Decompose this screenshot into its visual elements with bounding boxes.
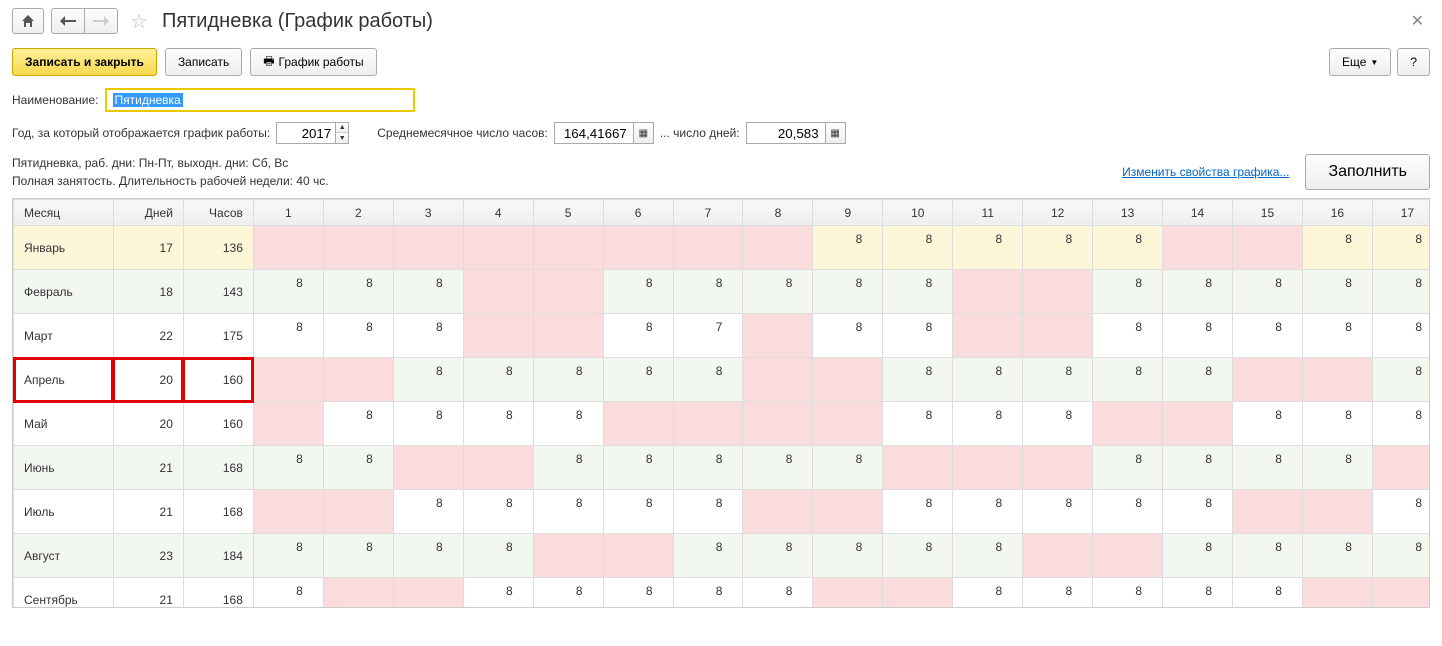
col-hours[interactable]: Часов <box>183 200 253 226</box>
col-day-8[interactable]: 8 <box>743 200 813 226</box>
chevron-down-icon: ▼ <box>1370 58 1378 67</box>
col-day-1[interactable]: 1 <box>253 200 323 226</box>
table-row[interactable]: Апрель2016088888888888 <box>14 358 1431 402</box>
col-day-15[interactable]: 15 <box>1233 200 1303 226</box>
col-day-6[interactable]: 6 <box>603 200 673 226</box>
fill-button[interactable]: Заполнить <box>1305 154 1430 190</box>
col-day-17[interactable]: 17 <box>1372 200 1430 226</box>
edit-properties-link[interactable]: Изменить свойства графика... <box>1122 165 1289 179</box>
print-icon: 🖶 <box>263 52 274 73</box>
col-day-4[interactable]: 4 <box>463 200 533 226</box>
col-day-16[interactable]: 16 <box>1302 200 1372 226</box>
col-day-7[interactable]: 7 <box>673 200 743 226</box>
table-row[interactable]: Август231848888888888888 <box>14 534 1431 578</box>
col-day-2[interactable]: 2 <box>323 200 393 226</box>
favorite-icon[interactable]: ☆ <box>130 9 148 34</box>
page-title: Пятидневка (График работы) <box>162 10 433 33</box>
home-button[interactable] <box>12 8 44 34</box>
avg-hours-label: Среднемесячное число часов: <box>377 126 548 140</box>
year-input[interactable] <box>276 122 336 144</box>
table-row[interactable]: Май201608888888888 <box>14 402 1431 446</box>
table-row[interactable]: Февраль181438888888888888 <box>14 270 1431 314</box>
col-day-14[interactable]: 14 <box>1163 200 1233 226</box>
schedule-table: МесяцДнейЧасов1234567891011121314151617 … <box>13 199 1430 608</box>
col-month[interactable]: Месяц <box>14 200 114 226</box>
help-button[interactable]: ? <box>1397 48 1430 76</box>
col-day-11[interactable]: 11 <box>953 200 1023 226</box>
back-button[interactable] <box>51 8 85 34</box>
col-day-10[interactable]: 10 <box>883 200 953 226</box>
forward-button[interactable] <box>84 8 118 34</box>
schedule-table-wrap[interactable]: МесяцДнейЧасов1234567891011121314151617 … <box>12 198 1430 608</box>
col-days[interactable]: Дней <box>113 200 183 226</box>
schedule-button[interactable]: 🖶 График работы <box>250 48 376 76</box>
schedule-info: Пятидневка, раб. дни: Пн-Пт, выходн. дни… <box>12 154 329 190</box>
col-day-12[interactable]: 12 <box>1023 200 1093 226</box>
col-day-3[interactable]: 3 <box>393 200 463 226</box>
table-row[interactable]: Январь171368888888 <box>14 226 1431 270</box>
col-day-5[interactable]: 5 <box>533 200 603 226</box>
table-row[interactable]: Март22175888878888888 <box>14 314 1431 358</box>
table-row[interactable]: Сентябрь2116888888888888 <box>14 578 1431 609</box>
save-button[interactable]: Записать <box>165 48 242 76</box>
avg-days-input[interactable] <box>746 122 826 144</box>
calc-icon-2[interactable]: ▦ <box>826 122 846 144</box>
name-input[interactable]: Пятидневка <box>105 88 415 112</box>
year-spinner[interactable]: ▲▼ <box>336 122 349 144</box>
save-close-button[interactable]: Записать и закрыть <box>12 48 157 76</box>
more-button[interactable]: Еще ▼ <box>1329 48 1391 76</box>
avg-hours-input[interactable] <box>554 122 634 144</box>
calc-icon[interactable]: ▦ <box>634 122 654 144</box>
close-button[interactable]: ✕ <box>1405 9 1430 33</box>
table-row[interactable]: Июль2116888888888888 <box>14 490 1431 534</box>
table-row[interactable]: Июнь2116888888888888 <box>14 446 1431 490</box>
col-day-9[interactable]: 9 <box>813 200 883 226</box>
year-label: Год, за который отображается график рабо… <box>12 126 270 140</box>
name-label: Наименование: <box>12 93 99 107</box>
avg-days-label: ... число дней: <box>660 126 740 140</box>
col-day-13[interactable]: 13 <box>1093 200 1163 226</box>
